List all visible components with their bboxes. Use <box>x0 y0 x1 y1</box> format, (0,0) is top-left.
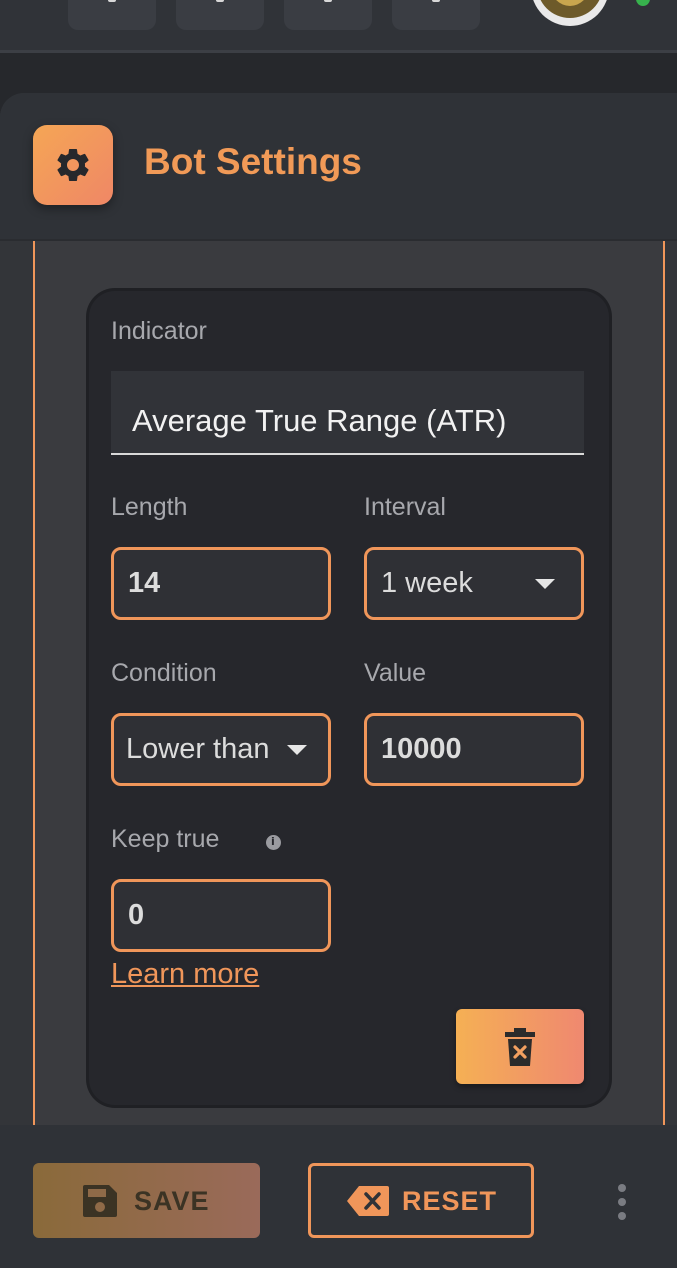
save-button[interactable]: SAVE <box>33 1163 260 1238</box>
info-icon[interactable] <box>266 835 281 850</box>
settings-panel: Bot Settings Indicator Average True Rang… <box>0 93 677 1268</box>
settings-badge <box>33 125 113 205</box>
delete-condition-button[interactable] <box>456 1009 584 1084</box>
toolbar-button-2[interactable] <box>176 0 264 30</box>
toolbar-button-3[interactable] <box>284 0 372 30</box>
keep-true-text: Keep true <box>111 825 220 853</box>
condition-value: Lower than <box>126 733 270 765</box>
indicator-label: Indicator <box>111 317 207 345</box>
indicator-value: Average True Range (ATR) <box>132 403 507 438</box>
keep-true-input[interactable]: 0 <box>111 879 331 952</box>
interval-select[interactable]: 1 week <box>364 547 584 620</box>
value-value: 10000 <box>381 733 462 765</box>
panel-header: Bot Settings <box>0 93 677 241</box>
gear-icon <box>57 148 89 181</box>
indicator-field[interactable]: Average True Range (ATR) <box>111 371 584 455</box>
value-input[interactable]: 10000 <box>364 713 584 786</box>
more-options-icon[interactable] <box>616 1184 628 1220</box>
trash-x-icon <box>505 1028 535 1066</box>
reset-label: RESET <box>402 1186 498 1216</box>
indicator-condition-card: Indicator Average True Range (ATR) Lengt… <box>89 291 609 1105</box>
condition-label: Condition <box>111 659 217 687</box>
toolbar-icon <box>432 0 440 2</box>
condition-select[interactable]: Lower than <box>111 713 331 786</box>
learn-more-link[interactable]: Learn more <box>111 958 259 991</box>
save-icon <box>83 1185 117 1217</box>
length-input[interactable]: 14 <box>111 547 331 620</box>
avatar-image <box>537 0 603 18</box>
toolbar-icon <box>108 0 116 2</box>
page-title: Bot Settings <box>144 141 362 182</box>
interval-label: Interval <box>364 493 446 521</box>
bottom-action-bar: SAVE RESET <box>0 1125 677 1268</box>
top-toolbar <box>0 0 677 53</box>
online-status-dot <box>636 0 650 6</box>
reset-button[interactable]: RESET <box>308 1163 534 1238</box>
toolbar-button-4[interactable] <box>392 0 480 30</box>
conditions-section: Indicator Average True Range (ATR) Lengt… <box>33 241 665 1125</box>
length-value: 14 <box>128 567 161 599</box>
keep-true-label: Keep true <box>111 825 281 854</box>
length-label: Length <box>111 493 188 521</box>
chevron-down-icon <box>287 745 307 755</box>
toolbar-icon <box>216 0 224 2</box>
chevron-down-icon <box>535 579 555 589</box>
toolbar-icon <box>324 0 332 2</box>
save-label: SAVE <box>134 1186 210 1216</box>
value-label: Value <box>364 659 427 687</box>
backspace-icon <box>347 1186 389 1216</box>
toolbar-button-1[interactable] <box>68 0 156 30</box>
avatar[interactable] <box>531 0 609 26</box>
interval-value: 1 week <box>381 567 473 599</box>
keep-true-value: 0 <box>128 899 145 931</box>
